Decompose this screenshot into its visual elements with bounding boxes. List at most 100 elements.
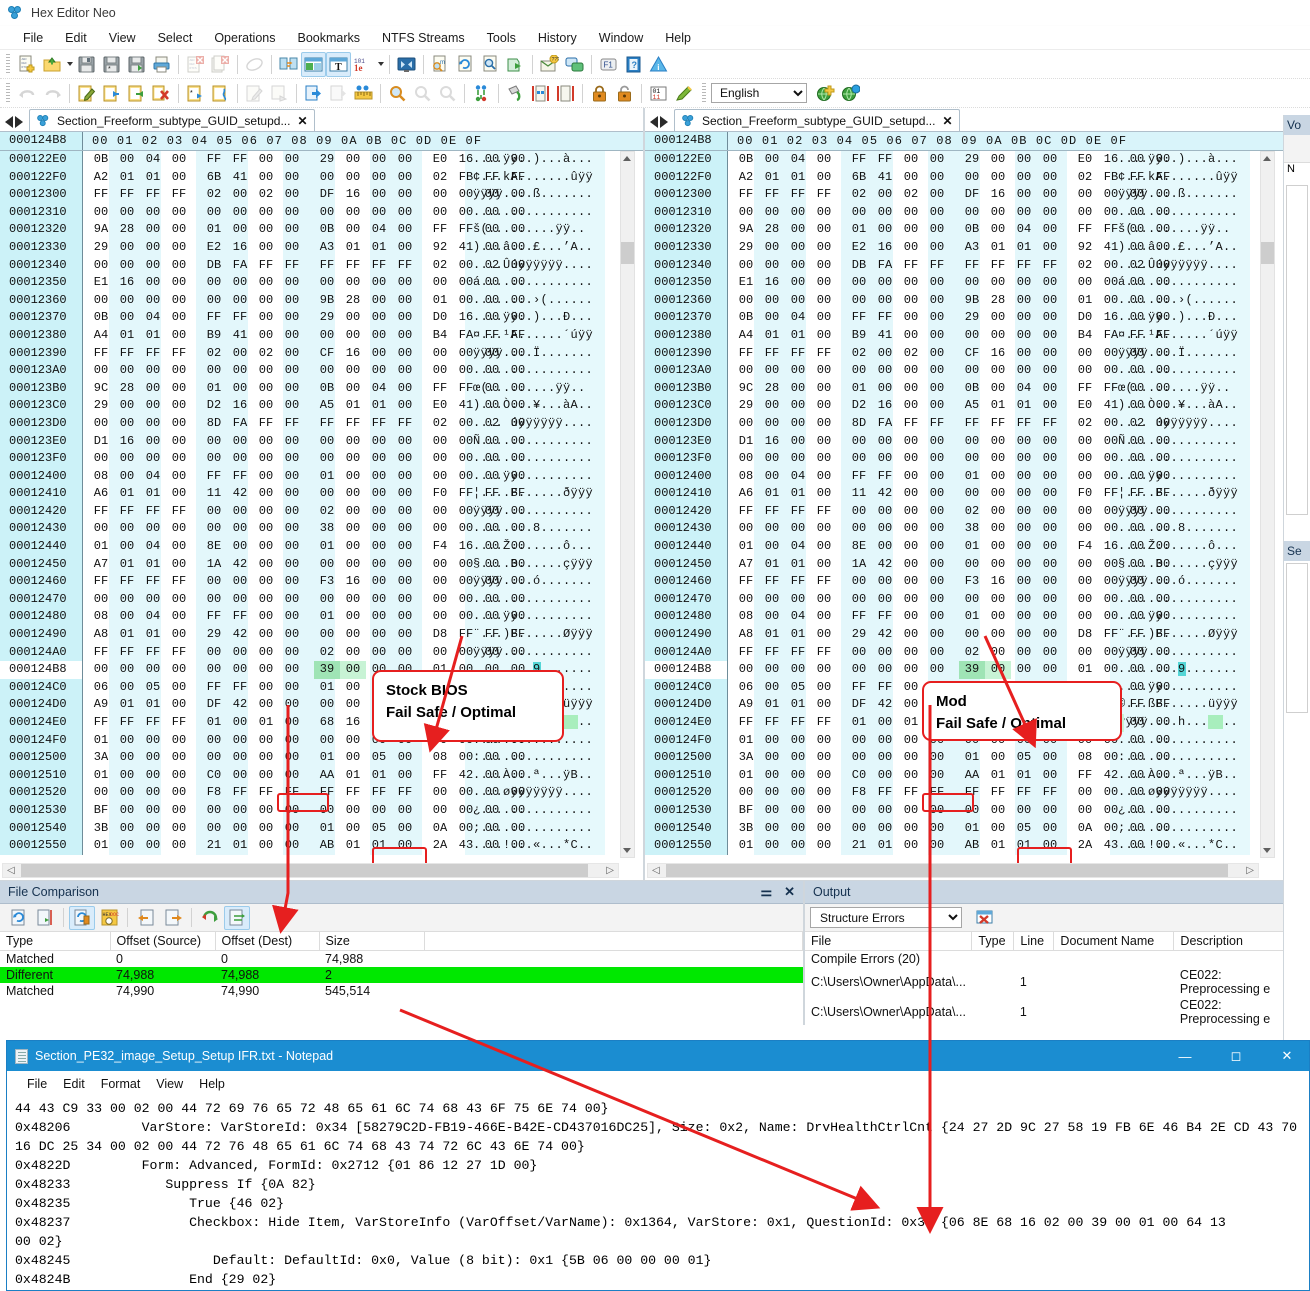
encoding-icon[interactable]: 101 1e <box>351 52 376 77</box>
hex-byte[interactable]: FF <box>201 679 227 697</box>
hex-byte[interactable]: FF <box>811 503 837 521</box>
hex-byte[interactable]: 00 <box>1150 221 1176 239</box>
hex-byte[interactable]: F8 <box>846 784 872 802</box>
hex-byte[interactable]: 00 <box>427 644 453 662</box>
hex-byte[interactable]: 00 <box>392 362 418 380</box>
hex-byte[interactable]: 00 <box>785 802 811 820</box>
hex-byte[interactable]: 00 <box>759 679 785 697</box>
hex-byte[interactable]: 00 <box>340 696 366 714</box>
hex-byte[interactable]: FF <box>140 186 166 204</box>
hex-byte[interactable]: FF <box>140 503 166 521</box>
hex-byte[interactable]: 00 <box>253 239 279 257</box>
hex-byte[interactable]: 00 <box>366 362 392 380</box>
hex-byte[interactable]: 00 <box>140 239 166 257</box>
hex-byte[interactable]: 00 <box>253 802 279 820</box>
no-operation-icon[interactable] <box>242 52 267 77</box>
hex-byte[interactable]: 42 <box>227 696 253 714</box>
hex-byte[interactable]: 00 <box>227 520 253 538</box>
hex-byte[interactable]: 00 <box>924 626 950 644</box>
hex-byte[interactable]: 00 <box>811 820 837 838</box>
hex-byte[interactable]: 00 <box>1098 802 1124 820</box>
hex-byte[interactable]: 00 <box>1072 362 1098 380</box>
hex-byte[interactable]: 00 <box>924 345 950 363</box>
hex-byte[interactable]: F4 <box>427 538 453 556</box>
hex-row[interactable]: 00012550 01 00 00 00 21 01 00 00 AB 01 01 00 2A 43 00 00… <box>0 837 643 855</box>
hex-byte[interactable]: 00 <box>1124 608 1150 626</box>
hex-byte[interactable]: 00 <box>1150 433 1176 451</box>
hex-byte[interactable]: 00 <box>479 380 505 398</box>
hex-byte[interactable]: F8 <box>201 784 227 802</box>
hex-byte[interactable]: 00 <box>479 397 505 415</box>
hex-byte[interactable]: 00 <box>733 415 759 433</box>
hex-byte[interactable]: FF <box>453 485 479 503</box>
hex-byte[interactable]: 00 <box>1124 784 1150 802</box>
hex-byte[interactable]: 08 <box>88 468 114 486</box>
hex-byte[interactable]: 00 <box>785 732 811 750</box>
hex-byte[interactable]: FF <box>1124 626 1150 644</box>
hex-byte[interactable]: FF <box>114 503 140 521</box>
hex-byte[interactable]: 9A <box>733 221 759 239</box>
hex-byte[interactable]: 00 <box>366 573 392 591</box>
tab-nav-arrows[interactable] <box>3 116 29 131</box>
hex-byte[interactable]: 00 <box>479 608 505 626</box>
tab-prev-icon[interactable] <box>5 116 13 128</box>
hex-byte[interactable]: 01 <box>140 169 166 187</box>
hex-byte[interactable]: 00 <box>227 204 253 222</box>
hex-byte[interactable]: 00 <box>811 784 837 802</box>
hex-row[interactable]: 000123D0 00 00 00 00 8D FA FF FF FF FF FF FF 02 00 02 00… <box>645 414 1285 433</box>
menu-item-help[interactable]: Help <box>654 28 702 48</box>
hex-byte[interactable]: 01 <box>366 397 392 415</box>
hex-byte[interactable]: 6B <box>201 169 227 187</box>
hex-byte[interactable]: 00 <box>279 661 305 679</box>
hex-row[interactable]: 00012370 0B 00 04 00 FF FF 00 00 29 00 00 00 D0 16 00 00… <box>645 309 1285 327</box>
hex-byte[interactable]: 00 <box>505 450 531 468</box>
hex-byte[interactable]: 3A <box>733 749 759 767</box>
hex-row-bytes[interactable]: 00 00 00 00 8D FA FF FF FF FF FF FF 02 00 02 00 <box>83 414 525 433</box>
hex-row-bytes[interactable]: D1 16 00 00 00 00 00 00 00 00 00 00 00 00 00 00 <box>83 432 525 451</box>
hex-byte[interactable]: 00 <box>392 591 418 609</box>
hex-byte[interactable]: 00 <box>253 151 279 169</box>
hex-byte[interactable]: 00 <box>392 433 418 451</box>
hex-byte[interactable]: 00 <box>140 520 166 538</box>
hex-byte[interactable]: 01 <box>201 714 227 732</box>
hex-byte[interactable]: 00 <box>453 503 479 521</box>
hex-byte[interactable]: 00 <box>1150 397 1176 415</box>
hex-row-bytes[interactable]: FF FF FF FF 00 00 00 00 02 00 00 00 00 00 00 00 <box>728 643 1170 662</box>
hex-byte[interactable]: FF <box>88 644 114 662</box>
hex-byte[interactable]: 00 <box>140 591 166 609</box>
hex-byte[interactable]: 00 <box>340 626 366 644</box>
hex-byte[interactable]: D1 <box>733 433 759 451</box>
hex-byte[interactable]: 00 <box>340 802 366 820</box>
hex-byte[interactable]: 00 <box>872 820 898 838</box>
hex-row[interactable]: 00012490 A8 01 01 00 29 42 00 00 00 00 00 00 D8 FF FF FF… <box>0 626 643 644</box>
close-document-icon[interactable]: ABC DEF NTFS <box>183 52 208 77</box>
hex-byte[interactable]: FB <box>453 169 479 187</box>
hex-byte[interactable]: 05 <box>1011 749 1037 767</box>
hex-byte[interactable]: 00 <box>392 802 418 820</box>
toolbar-grip-3[interactable] <box>702 83 706 103</box>
hex-byte[interactable]: 00 <box>453 749 479 767</box>
hex-byte[interactable]: 00 <box>253 450 279 468</box>
tab-next-icon[interactable] <box>660 116 668 128</box>
hex-byte[interactable]: 01 <box>88 732 114 750</box>
redo-icon[interactable] <box>40 81 65 106</box>
text-view-icon[interactable]: T <box>326 51 351 77</box>
hex-byte[interactable]: 00 <box>279 362 305 380</box>
hex-row[interactable]: 00012410 A6 01 01 00 11 42 00 00 00 00 00 00 F0 FF FF FF… <box>645 485 1285 503</box>
hex-byte[interactable]: FA <box>227 415 253 433</box>
hex-byte[interactable]: 00 <box>785 784 811 802</box>
hex-byte[interactable]: 00 <box>924 221 950 239</box>
hex-byte[interactable]: FF <box>427 380 453 398</box>
hex-byte[interactable]: 00 <box>759 520 785 538</box>
hex-byte[interactable]: 21 <box>846 837 872 855</box>
hex-byte[interactable]: FF <box>733 644 759 662</box>
hex-row-bytes[interactable]: FF FF FF FF 00 00 00 00 02 00 00 00 00 00 00 00 <box>83 502 525 521</box>
hex-byte[interactable]: FF <box>201 608 227 626</box>
toolbar-grip-2[interactable] <box>6 83 10 103</box>
hex-byte[interactable]: 00 <box>759 309 785 327</box>
hex-byte[interactable]: 01 <box>314 468 340 486</box>
tab-nav-arrows-right[interactable] <box>648 116 674 131</box>
import-data-icon[interactable] <box>326 81 351 106</box>
hex-byte[interactable]: 00 <box>114 450 140 468</box>
hex-byte[interactable]: 00 <box>253 520 279 538</box>
